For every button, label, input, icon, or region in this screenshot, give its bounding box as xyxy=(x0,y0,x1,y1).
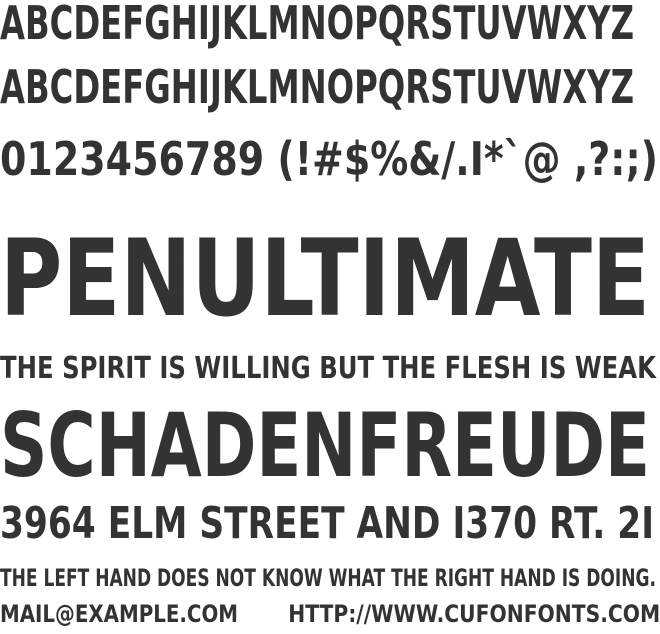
medium-word-line: SCHADENFREUDE xyxy=(0,402,650,490)
uppercase-alphabet-line-1: ABCDEFGHIJKLMNOPQRSTUVWXYZ xyxy=(0,0,634,46)
address-text: 3964 ELM STREET AND I370 RT. 2I xyxy=(0,498,654,549)
sentence-line-1: THE SPIRIT IS WILLING BUT THE FLESH IS W… xyxy=(0,354,656,384)
sentence-text-2: THE LEFT HAND DOES NOT KNOW WHAT THE RIG… xyxy=(0,564,656,592)
uppercase-alphabet-line-2: ABCDEFGHIJKLMNOPQRSTUVWXYZ xyxy=(0,64,634,110)
uppercase-alphabet-text-1: ABCDEFGHIJKLMNOPQRSTUVWXYZ xyxy=(0,0,634,50)
sentence-text-1: THE SPIRIT IS WILLING BUT THE FLESH IS W… xyxy=(0,351,656,386)
numerals-symbols-line: 0123456789 (!#$%&/.I*`@ ,?:;) xyxy=(0,136,658,182)
url-line: HTTP://WWW.CUFONFONTS.COM xyxy=(288,602,660,626)
medium-word-text: SCHADENFREUDE xyxy=(0,394,650,497)
numerals-symbols-text: 0123456789 (!#$%&/.I*`@ ,?:;) xyxy=(0,132,658,186)
large-word-text: PENULTIMATE xyxy=(0,217,650,340)
email-text: MAIL@EXAMPLE.COM xyxy=(0,600,238,628)
sentence-line-2: THE LEFT HAND DOES NOT KNOW WHAT THE RIG… xyxy=(0,566,656,590)
address-line: 3964 ELM STREET AND I370 RT. 2I xyxy=(0,502,654,546)
url-text: HTTP://WWW.CUFONFONTS.COM xyxy=(288,600,660,628)
uppercase-alphabet-text-2: ABCDEFGHIJKLMNOPQRSTUVWXYZ xyxy=(0,60,634,114)
large-word-line: PENULTIMATE xyxy=(0,226,650,332)
email-line: MAIL@EXAMPLE.COM xyxy=(0,602,238,626)
